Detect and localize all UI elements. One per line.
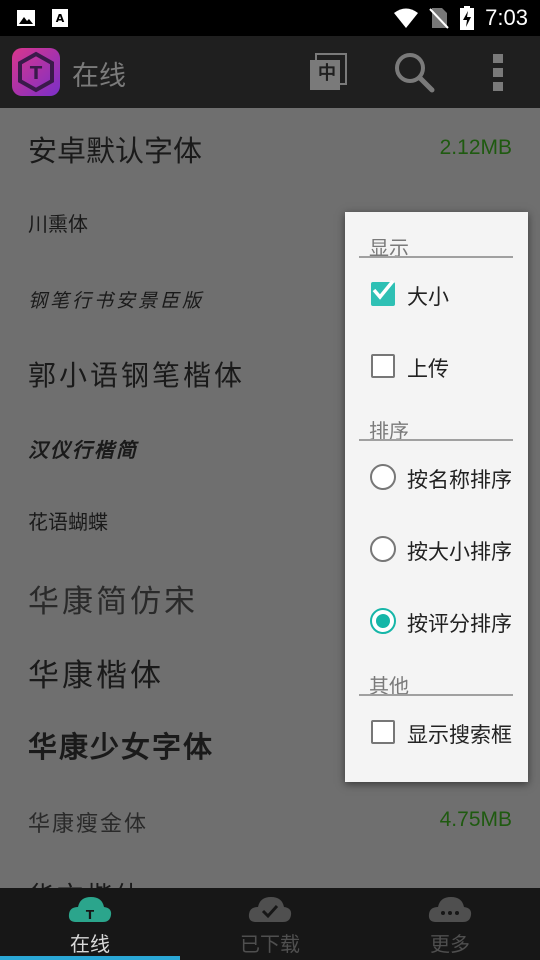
app-title: 在线	[72, 61, 126, 92]
no-sim-icon	[429, 8, 449, 29]
font-name: 华文楷体	[28, 876, 144, 888]
active-tab-indicator	[0, 956, 180, 960]
font-name: 花语蝴蝶	[28, 510, 108, 534]
upload-checkbox[interactable]	[371, 354, 395, 378]
svg-text:T: T	[30, 63, 43, 84]
more-vertical-icon	[493, 54, 503, 91]
option-label: 按评分排序	[407, 612, 512, 636]
app-bar: T 在线 中	[0, 36, 540, 108]
option-show-upload[interactable]: 上传	[345, 337, 528, 397]
nav-tab-downloaded[interactable]: 已下载	[180, 888, 360, 960]
status-bar: A 7:03	[0, 0, 540, 36]
t-logo-icon: T	[18, 51, 54, 93]
font-name: 郭小语钢笔楷体	[28, 359, 246, 392]
sort-by-size-radio[interactable]	[370, 536, 396, 562]
size-checkbox[interactable]	[371, 279, 395, 306]
show-search-box-checkbox[interactable]	[371, 720, 395, 744]
font-name: 川熏体	[28, 212, 88, 236]
svg-text:A: A	[56, 12, 65, 25]
font-name: 汉仪行楷简	[28, 438, 138, 462]
section-divider	[359, 439, 513, 441]
section-divider	[359, 694, 513, 696]
font-name: 安卓默认字体	[28, 134, 203, 168]
option-sort-by-name[interactable]: 按名称排序	[345, 448, 528, 508]
overflow-menu-button[interactable]	[476, 50, 520, 94]
online-cloud-icon: T	[68, 897, 112, 922]
option-label: 按名称排序	[407, 468, 512, 492]
option-label: 大小	[407, 285, 449, 309]
display-options-popup: 显示 大小 上传 排序 按名称排序 按大小排序 按评分排序 其他 显示搜索框	[345, 212, 528, 782]
font-name: 钢笔行书安景臣版	[28, 290, 205, 312]
battery-charging-icon	[460, 6, 475, 30]
option-sort-by-size[interactable]: 按大小排序	[345, 520, 528, 580]
app-logo: T	[12, 48, 60, 96]
nav-tab-more[interactable]: 更多	[360, 888, 540, 960]
font-list-item[interactable]: 华文楷体	[0, 828, 540, 888]
font-list-item[interactable]: 安卓默认字体 2.12MB	[0, 108, 540, 180]
option-show-size[interactable]: 大小	[345, 265, 528, 325]
search-button[interactable]	[392, 50, 436, 94]
option-show-search-box[interactable]: 显示搜索框	[345, 703, 528, 763]
wifi-icon	[394, 8, 419, 28]
option-label: 显示搜索框	[407, 723, 512, 747]
sort-by-rating-radio[interactable]	[370, 608, 396, 634]
more-cloud-icon	[428, 897, 472, 922]
option-label: 按大小排序	[407, 540, 512, 564]
bottom-navigation: T 在线 已下载 更多	[0, 888, 540, 960]
checkmark-icon	[372, 279, 395, 300]
svg-text:T: T	[86, 908, 95, 922]
option-label: 上传	[407, 357, 449, 381]
nav-label: 更多	[430, 932, 470, 956]
option-sort-by-rating[interactable]: 按评分排序	[345, 592, 528, 652]
font-size-label: 2.12MB	[439, 136, 512, 159]
nav-label: 已下载	[240, 932, 300, 956]
clock: 7:03	[485, 5, 528, 30]
nav-label: 在线	[70, 932, 110, 956]
image-notification-icon	[17, 10, 35, 26]
language-button-label: 中	[318, 63, 336, 84]
sort-by-name-radio[interactable]	[370, 464, 396, 490]
downloaded-cloud-icon	[248, 897, 292, 922]
nav-tab-online[interactable]: T 在线	[0, 888, 180, 960]
section-divider	[359, 256, 513, 258]
font-notification-icon: A	[52, 9, 68, 27]
search-icon	[395, 53, 435, 93]
language-button[interactable]: 中	[306, 50, 350, 94]
